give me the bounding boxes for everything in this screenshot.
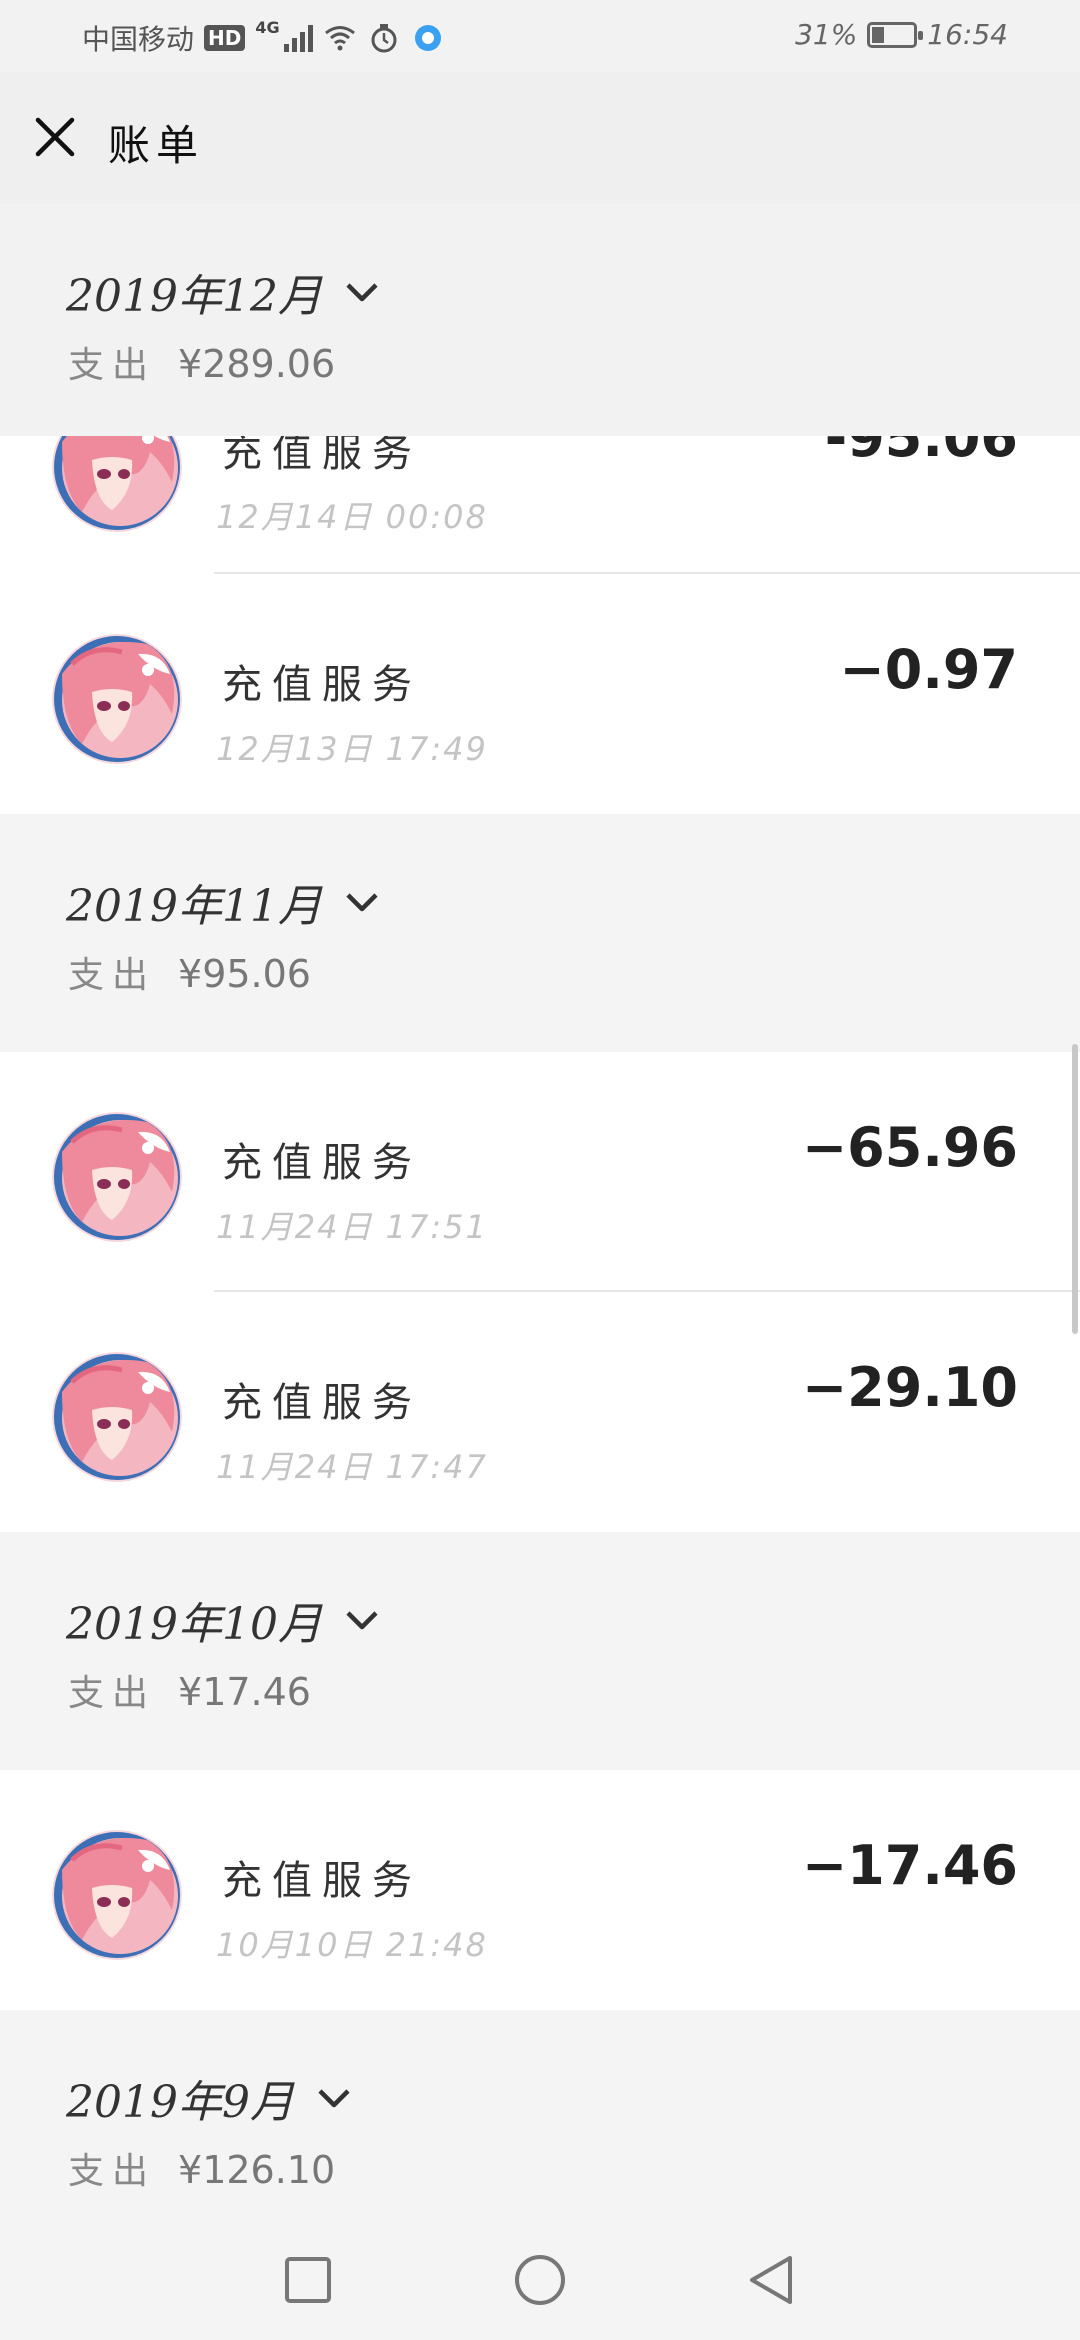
chevron-down-icon [346,893,378,912]
transaction-row[interactable]: 充值服务 11月24日 17:51 −65.96 [0,1052,1080,1292]
expense-amount: ¥17.46 [178,1670,311,1714]
transaction-amount: −0.97 [839,638,1018,701]
status-left: 中国移动 HD 4G [82,18,445,58]
close-icon[interactable] [30,112,80,162]
battery-icon [867,21,924,48]
chevron-down-icon [346,1611,378,1630]
transaction-time: 12月14日 00:08 [216,498,488,536]
chevron-down-icon [318,2089,350,2108]
square-recents-icon[interactable] [278,2250,338,2310]
month-header[interactable]: 2019年10月 支出 ¥17.46 [0,1532,1080,1770]
status-bar: 中国移动 HD 4G 31% 16:54 [0,0,1080,72]
status-right: 31% 16:54 [795,18,1008,51]
circle-home-icon[interactable] [510,2250,570,2310]
hd-badge: HD [204,25,246,51]
transaction-time: 11月24日 17:51 [216,1208,488,1246]
month-header-sticky[interactable]: 2019年12月 支出 ¥289.06 [0,204,1080,436]
network-type: 4G [255,18,280,37]
expense-amount: ¥289.06 [178,342,336,386]
clock: 16:54 [927,18,1008,51]
expense-label: 支出 [68,1673,157,1714]
transaction-amount: −29.10 [801,1356,1018,1419]
transaction-time: 11月24日 17:47 [216,1448,488,1486]
avatar [52,1830,182,1960]
signal-icon [283,24,313,52]
month-label: 2019年12月 [66,271,322,322]
battery-fill [872,26,885,43]
expense-label: 支出 [68,2151,157,2192]
scrollbar[interactable] [1072,1044,1078,1334]
transaction-time: 12月13日 17:49 [216,730,488,768]
transaction-title: 充值服务 [222,1380,422,1426]
avatar [52,1352,182,1482]
app-header: 账单 [0,72,1080,204]
transaction-title: 充值服务 [222,1140,422,1186]
avatar [52,1112,182,1242]
bill-list[interactable]: 充值服务 12月14日 00:08 -95.06 充值服务 12月13日 17:… [0,204,1080,2220]
month-header[interactable]: 2019年9月 支出 ¥126.10 [0,2010,1080,2220]
transaction-amount: −17.46 [801,1834,1018,1897]
transaction-row[interactable]: 充值服务 10月10日 21:48 −17.46 [0,1770,1080,2010]
page-title: 账单 [108,121,205,170]
expense-amount: ¥95.06 [178,952,311,996]
transaction-title: 充值服务 [222,1858,422,1904]
transaction-amount: −65.96 [801,1116,1018,1179]
transaction-title: 充值服务 [222,662,422,708]
carrier-label: 中国移动 [82,23,195,56]
transaction-row[interactable]: 充值服务 12月13日 17:49 −0.97 [0,574,1080,814]
battery-percent: 31% [795,18,858,51]
avatar [52,634,182,764]
triangle-back-icon[interactable] [742,2250,802,2310]
month-label: 2019年9月 [66,2077,294,2128]
alarm-icon [371,24,397,53]
transaction-row[interactable]: 充值服务 11月24日 17:47 −29.10 [0,1292,1080,1532]
app-notification-icon [414,25,441,51]
system-nav-bar [0,2220,1080,2340]
expense-label: 支出 [68,345,157,386]
chevron-down-icon [346,283,378,302]
month-label: 2019年11月 [66,881,322,932]
transaction-time: 10月10日 21:48 [216,1926,488,1964]
expense-label: 支出 [68,955,157,996]
month-label: 2019年10月 [66,1599,322,1650]
wifi-icon [324,26,355,51]
expense-amount: ¥126.10 [178,2148,336,2192]
month-header[interactable]: 2019年11月 支出 ¥95.06 [0,814,1080,1052]
